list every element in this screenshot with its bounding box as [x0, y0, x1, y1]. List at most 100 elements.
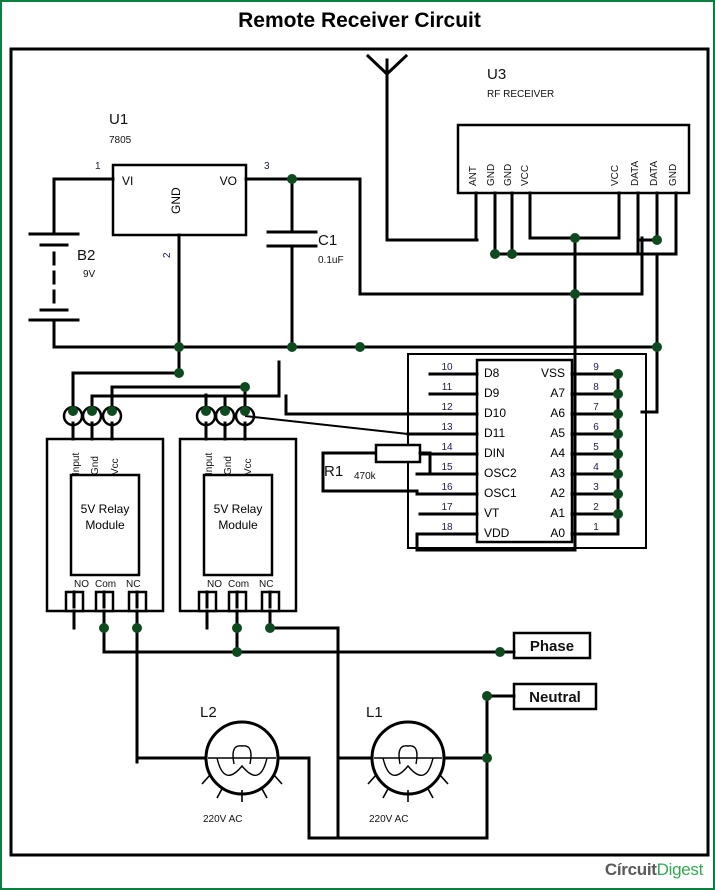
u3-pin-data1-label: DATA	[630, 160, 641, 186]
junction-dot	[613, 469, 623, 479]
junction-dot	[570, 289, 580, 299]
u1-ref-label: U1	[109, 111, 128, 128]
lamp1-rating-label: 220V AC	[369, 814, 408, 825]
junction-dot	[482, 753, 492, 763]
r1-body	[374, 443, 422, 464]
decoder-pin3-number: 3	[593, 482, 599, 493]
logo-word-circuit: Círcuit	[604, 860, 657, 879]
r1-ref-label: R1	[324, 463, 343, 480]
u1-pin-vo-label: VO	[220, 174, 237, 188]
decoder-pin-d10-name: D10	[484, 406, 506, 420]
u1-part-label: 7805	[109, 135, 132, 146]
circuitdigest-logo: CírcuitDigest	[605, 860, 703, 880]
relay2-pin-no-label: NO	[207, 579, 222, 590]
decoder-pin-a2-name: A2	[550, 486, 565, 500]
decoder-pin-d8-name: D8	[484, 366, 500, 380]
junction-dot	[287, 342, 297, 352]
decoder-pin14-number: 14	[441, 442, 453, 453]
decoder-pin-vss-name: VSS	[541, 366, 565, 380]
decoder-pin9-number: 9	[593, 362, 599, 373]
decoder-pin-din-name: DIN	[484, 446, 505, 460]
decoder-pin10-number: 10	[441, 362, 453, 373]
decoder-pin-a3-name: A3	[550, 466, 565, 480]
decoder-pin6-number: 6	[593, 422, 599, 433]
junction-dot	[613, 369, 623, 379]
b2-value-label: 9V	[83, 269, 96, 280]
decoder-pin18-number: 18	[441, 522, 453, 533]
junction-dot	[613, 409, 623, 419]
decoder-pin12-number: 12	[441, 402, 453, 413]
decoder-pin17-number: 17	[441, 502, 453, 513]
relay1-title-line1: 5V Relay	[81, 502, 130, 516]
junction-dot	[68, 406, 78, 416]
junction-dot	[570, 233, 580, 243]
junction-dot	[174, 342, 184, 352]
u3-pin-gnd2-label: GND	[503, 164, 514, 186]
decoder-pin5-number: 5	[593, 442, 599, 453]
u3-pin-vcc-right-label: VCC	[610, 165, 621, 186]
junction-dot	[265, 623, 275, 633]
junction-dot	[613, 389, 623, 399]
decoder-pin-osc2-name: OSC2	[484, 466, 517, 480]
decoder-pin15-number: 15	[441, 462, 453, 473]
decoder-pin11-number: 11	[442, 382, 453, 393]
lamp1-ref-label: L1	[366, 704, 383, 721]
decoder-pin16-number: 16	[441, 482, 453, 493]
relay1-pin-input-label: Input	[71, 453, 82, 475]
c1-value-label: 0.1uF	[318, 255, 344, 266]
junction-dot	[495, 647, 505, 657]
decoder-pin-a0-name: A0	[550, 526, 565, 540]
junction-dot	[287, 174, 297, 184]
neutral-label: Neutral	[529, 689, 581, 706]
u3-pin-gnd1-label: GND	[486, 164, 497, 186]
circuit-schematic: VI VO GND 1 3 2 U1 7805 B2 9V C1 0.1uF U…	[9, 47, 710, 857]
relay2-pin-nc-label: NC	[259, 579, 273, 590]
decoder-pin8-number: 8	[593, 382, 599, 393]
relay1-pin-no-label: NO	[74, 579, 89, 590]
junction-dot	[482, 691, 492, 701]
u1-pin-gnd-label: GND	[169, 187, 183, 214]
decoder-pin-a6-name: A6	[550, 406, 565, 420]
junction-dot	[355, 342, 365, 352]
decoder-pin-a5-name: A5	[550, 426, 565, 440]
decoder-pin-vdd-name: VDD	[484, 526, 510, 540]
decoder-pin2-number: 2	[593, 502, 599, 513]
u3-pin-vcc-left-label: VCC	[520, 165, 531, 186]
decoder-pin-vt-name: VT	[484, 506, 500, 520]
relay1-pin-gnd-label: Gnd	[90, 456, 101, 475]
u1-pin2-number: 2	[162, 252, 173, 258]
decoder-pin-d11-name: D11	[484, 426, 505, 440]
junction-dot	[132, 623, 142, 633]
relay1-title-line2: Module	[85, 518, 125, 532]
junction-dot	[240, 382, 250, 392]
decoder-pin7-number: 7	[593, 402, 599, 413]
decoder-pin-osc1-name: OSC1	[484, 486, 517, 500]
relay1-pin-com-label: Com	[95, 579, 116, 590]
decoder-pin4-number: 4	[593, 462, 599, 473]
u1-pin-vi-label: VI	[122, 174, 133, 188]
junction-dot	[613, 429, 623, 439]
junction-dot	[652, 342, 662, 352]
u3-pin-data2-label: DATA	[649, 160, 660, 186]
u1-pin3-number: 3	[264, 161, 270, 172]
lamp2-ref-label: L2	[200, 704, 217, 721]
decoder-pin13-number: 13	[441, 422, 453, 433]
junction-dot	[99, 623, 109, 633]
r1-value-label: 470k	[354, 471, 377, 482]
relay2-title-line1: 5V Relay	[214, 502, 263, 516]
relay1-pin-nc-label: NC	[126, 579, 140, 590]
u1-pin1-number: 1	[95, 161, 101, 172]
u3-subtitle-label: RF RECEIVER	[487, 89, 554, 100]
junction-dot	[87, 406, 97, 416]
u3-pin-ant-label: ANT	[468, 166, 479, 186]
junction-dot	[613, 489, 623, 499]
junction-dot	[107, 406, 117, 416]
junction-dot	[201, 406, 211, 416]
decoder-pin1-number: 1	[593, 522, 599, 533]
relay2-pin-vcc-label: Vcc	[243, 458, 254, 475]
junction-dot	[613, 449, 623, 459]
decoder-pin-a4-name: A4	[550, 446, 565, 460]
junction-dot	[613, 509, 623, 519]
junction-dot	[652, 235, 662, 245]
b2-ref-label: B2	[77, 247, 95, 264]
